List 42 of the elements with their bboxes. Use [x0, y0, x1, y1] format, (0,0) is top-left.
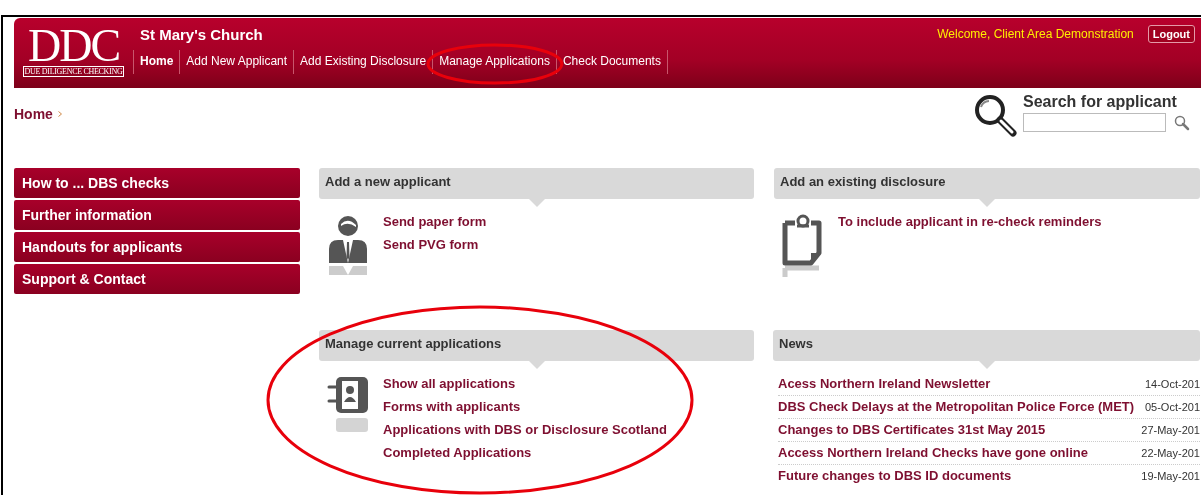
address-book-icon	[327, 377, 368, 432]
panel-link[interactable]: Applications with DBS or Disclosure Scotland	[383, 421, 667, 439]
news-date: 27-May-201	[1141, 424, 1200, 436]
panel-link[interactable]: Completed Applications	[383, 444, 667, 462]
pointer-icon	[527, 360, 546, 369]
clipboard-icon	[782, 214, 822, 279]
sidebar-item[interactable]: How to ... DBS checks	[14, 168, 300, 198]
panel-link[interactable]: Forms with applicants	[383, 398, 667, 416]
chevron-icon	[57, 111, 62, 117]
panel-link[interactable]: Send PVG form	[383, 236, 487, 254]
nav-tab[interactable]: Home	[134, 50, 181, 74]
news-date: 05-Oct-201	[1144, 401, 1200, 413]
pointer-icon	[978, 198, 996, 207]
news-link[interactable]: Changes to DBS Certificates 31st May 2015	[778, 421, 1046, 439]
ddc-logo: DDC DUE DILIGENCE CHECKING	[21, 19, 126, 79]
sidebar-item[interactable]: Further information	[14, 200, 300, 230]
news-link[interactable]: Acess Northern Ireland Newsletter	[778, 375, 991, 393]
news-date: 14-Oct-201	[1144, 378, 1200, 390]
nav-tab[interactable]: Add New Applicant	[180, 50, 295, 74]
site-title: St Mary's Church	[139, 25, 264, 45]
logout-button[interactable]: Logout	[1147, 25, 1195, 43]
search-field[interactable]	[1023, 113, 1166, 132]
news-link[interactable]: Access Northern Ireland Checks have gone online	[778, 444, 1088, 462]
panel-link[interactable]: Show all applications	[383, 375, 667, 393]
pointer-icon	[527, 198, 546, 207]
news-date: 22-May-201	[1141, 447, 1200, 459]
news-date: 19-May-201	[1141, 470, 1200, 482]
nav-tab[interactable]: Check Documents	[556, 50, 668, 74]
sidebar-item[interactable]: Handouts for applicants	[14, 232, 300, 262]
welcome-text: Welcome, Client Area Demonstration	[937, 27, 1134, 41]
nav-tab[interactable]: Add Existing Disclosure	[294, 50, 434, 74]
panel-link[interactable]: Send paper form	[383, 213, 487, 231]
person-icon	[329, 216, 367, 275]
pointer-icon	[977, 360, 996, 369]
sidebar-item[interactable]: Support & Contact	[14, 264, 300, 294]
search-icon	[973, 93, 1019, 139]
search-icon[interactable]	[1174, 114, 1190, 131]
news-link[interactable]: Future changes to DBS ID documents	[778, 467, 1012, 485]
search-title: Search for applicant	[1023, 93, 1178, 111]
breadcrumb-link[interactable]: Home	[14, 106, 53, 122]
panel-link[interactable]: To include applicant in re-check reminders	[838, 213, 1102, 231]
news-link[interactable]: DBS Check Delays at the Metropolitan Police Force (MET)	[778, 398, 1135, 416]
